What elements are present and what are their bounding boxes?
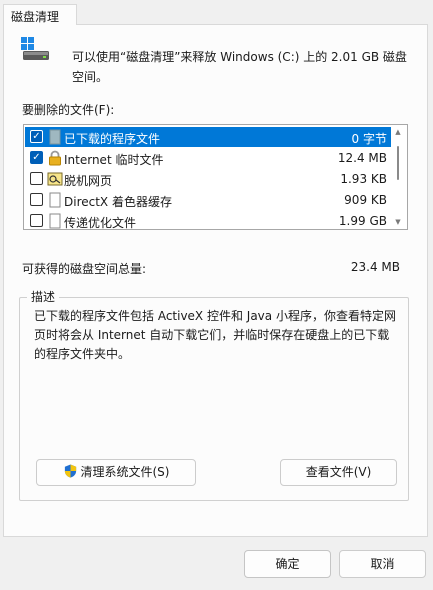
description-title: 描述 [27, 288, 60, 305]
file-size: 1.99 GB [338, 214, 387, 228]
total-space-label: 可获得的磁盘空间总量: [22, 262, 147, 276]
list-item[interactable]: ✓ 已下载的程序文件 0 字节 [25, 127, 391, 147]
file-name: DirectX 着色器缓存 [64, 195, 172, 209]
intro-text: 可以使用“磁盘清理”来释放 Windows (C:) 上的 2.01 GB 磁盘… [72, 50, 407, 84]
file-icon [49, 192, 61, 208]
uac-shield-icon [64, 464, 76, 478]
list-item[interactable]: ✓ Internet 临时文件 12.4 MB [25, 148, 391, 168]
list-item[interactable]: 传递优化文件 1.99 GB [25, 211, 391, 230]
ok-button[interactable]: 确定 [244, 550, 331, 578]
scrollbar-thumb[interactable] [397, 146, 399, 180]
file-icon [49, 213, 61, 229]
tab-disk-cleanup[interactable]: 磁盘清理 [3, 4, 77, 25]
scroll-up-arrow-icon[interactable]: ▲ [390, 126, 406, 138]
offline-page-icon [47, 172, 63, 186]
file-name: 脱机网页 [64, 174, 113, 188]
description-text: 已下载的程序文件包括 ActiveX 控件和 Java 小程序，你查看特定网页时… [34, 309, 396, 361]
vertical-scrollbar[interactable]: ▲ ▼ [390, 126, 406, 228]
scroll-down-arrow-icon[interactable]: ▼ [390, 216, 406, 228]
clean-system-files-button[interactable]: 清理系统文件(S) [36, 459, 196, 486]
blank-file-icon [49, 129, 61, 145]
checkbox[interactable] [30, 193, 43, 206]
file-size: 1.93 KB [340, 172, 387, 186]
view-files-button[interactable]: 查看文件(V) [280, 459, 397, 486]
file-size: 909 KB [344, 193, 387, 207]
files-listbox[interactable]: ✓ 已下载的程序文件 0 字节 ✓ Internet 临时文件 12.4 MB … [23, 124, 408, 230]
drive-icon [21, 37, 49, 60]
checkbox[interactable] [30, 172, 43, 185]
file-name: 已下载的程序文件 [64, 132, 161, 146]
checkbox[interactable] [30, 214, 43, 227]
lock-icon [49, 150, 61, 166]
list-item[interactable]: DirectX 着色器缓存 909 KB [25, 190, 391, 210]
cancel-button[interactable]: 取消 [339, 550, 426, 578]
file-size: 12.4 MB [337, 151, 387, 165]
total-space-value: 23.4 MB [350, 260, 400, 274]
files-to-delete-label: 要删除的文件(F): [22, 103, 115, 117]
checkbox[interactable]: ✓ [30, 151, 43, 164]
checkbox[interactable]: ✓ [30, 130, 43, 143]
clean-system-files-label: 清理系统文件(S) [80, 465, 170, 479]
file-name: Internet 临时文件 [64, 153, 164, 167]
file-size: 0 字节 [351, 132, 387, 146]
list-item[interactable]: 脱机网页 1.93 KB [25, 169, 391, 189]
file-name: 传递优化文件 [64, 216, 137, 230]
